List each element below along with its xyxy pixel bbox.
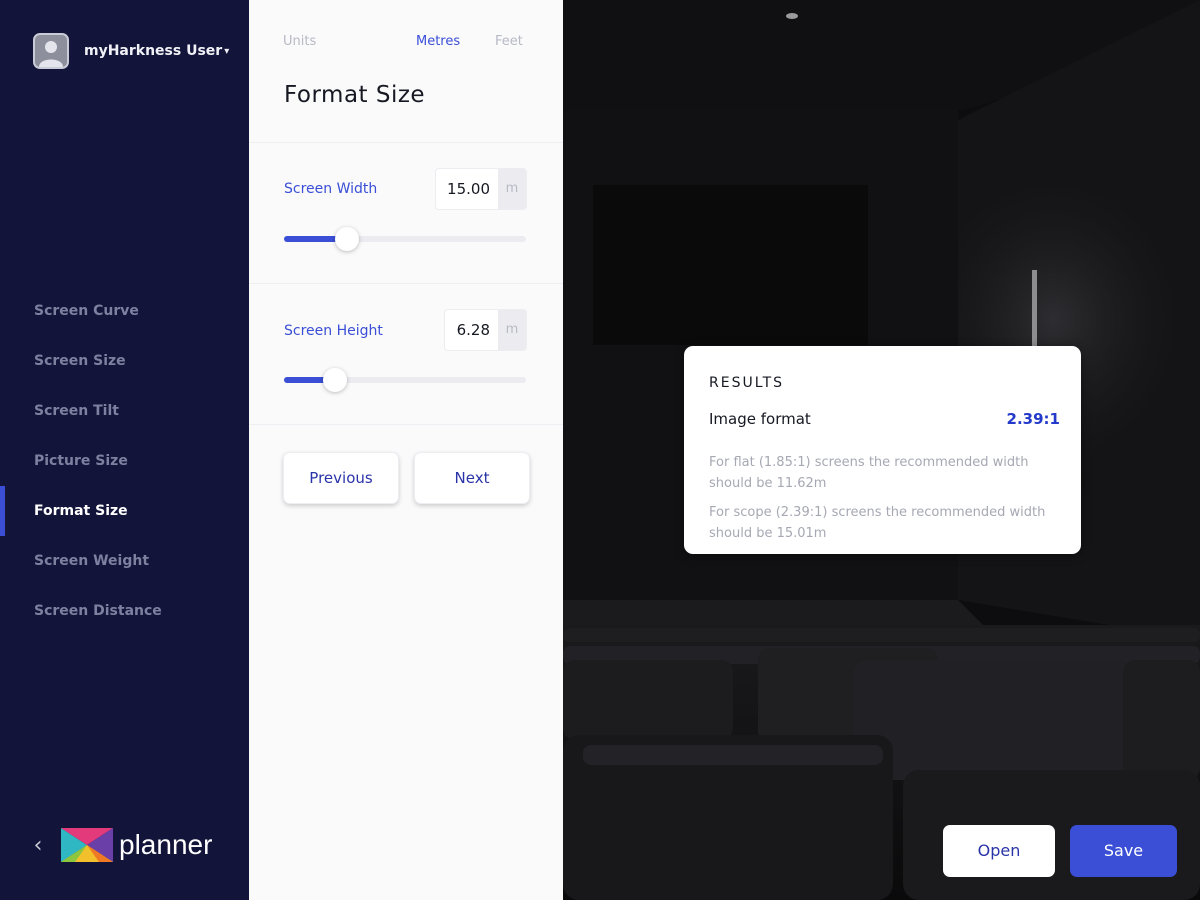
chevron-left-icon[interactable]: ‹ <box>28 832 48 860</box>
sidebar-item-screen-weight[interactable]: Screen Weight <box>0 536 249 586</box>
screen-width-input[interactable]: 15.00 <box>436 169 498 209</box>
sidebar-item-label: Format Size <box>34 503 128 519</box>
divider <box>249 142 563 143</box>
sidebar: myHarkness User ▾ Screen Curve Screen Si… <box>0 0 249 900</box>
screen-height-unit: m <box>498 310 526 350</box>
sidebar-item-screen-size[interactable]: Screen Size <box>0 336 249 386</box>
screen-width-field: 15.00 m <box>436 169 526 209</box>
user-name[interactable]: myHarkness User <box>84 43 222 59</box>
caret-down-icon[interactable]: ▾ <box>224 46 229 57</box>
screen-height-slider[interactable] <box>284 368 526 392</box>
units-metres-option[interactable]: Metres <box>416 34 460 49</box>
logo-mark-icon <box>61 828 113 862</box>
units-label: Units <box>283 34 317 49</box>
sidebar-item-label: Screen Weight <box>34 553 150 569</box>
sidebar-item-screen-curve[interactable]: Screen Curve <box>0 286 249 336</box>
results-heading: RESULTS <box>709 375 785 391</box>
sidebar-item-screen-distance[interactable]: Screen Distance <box>0 586 249 636</box>
divider <box>249 283 563 284</box>
screen-height-label: Screen Height <box>284 323 383 339</box>
avatar-icon[interactable] <box>33 33 69 69</box>
divider <box>249 424 563 425</box>
screen-height-input[interactable]: 6.28 <box>445 310 498 350</box>
sidebar-item-label: Screen Curve <box>34 303 139 319</box>
sidebar-item-label: Screen Size <box>34 353 126 369</box>
units-toggle: Units Metres Feet <box>283 34 527 54</box>
image-format-value: 2.39:1 <box>1006 410 1060 428</box>
image-format-label: Image format <box>709 410 811 428</box>
sidebar-item-picture-size[interactable]: Picture Size <box>0 436 249 486</box>
slider-thumb[interactable] <box>322 368 347 392</box>
sidebar-item-label: Screen Distance <box>34 603 162 619</box>
sidebar-nav: Screen Curve Screen Size Screen Tilt Pic… <box>0 286 249 636</box>
logo-text: planner <box>119 829 213 860</box>
next-button[interactable]: Next <box>414 452 530 504</box>
active-indicator <box>0 486 5 536</box>
user-menu[interactable]: myHarkness User ▾ <box>33 33 229 69</box>
sidebar-item-format-size[interactable]: Format Size <box>0 486 249 536</box>
save-button[interactable]: Save <box>1070 825 1177 877</box>
sidebar-item-label: Screen Tilt <box>34 403 119 419</box>
planner-logo: planner <box>61 828 212 862</box>
page-title: Format Size <box>284 82 426 108</box>
flat-recommendation-note: For flat (1.85:1) screens the recommende… <box>709 455 1029 491</box>
screen-height-field: 6.28 m <box>445 310 526 350</box>
units-feet-option[interactable]: Feet <box>495 34 523 49</box>
slider-thumb[interactable] <box>334 227 359 251</box>
settings-panel: Units Metres Feet Format Size Screen Wid… <box>249 0 563 900</box>
results-card: RESULTS Image format 2.39:1 For flat (1.… <box>684 346 1081 554</box>
scope-recommendation-note: For scope (2.39:1) screens the recommend… <box>709 505 1046 541</box>
screen-width-slider[interactable] <box>284 227 526 251</box>
previous-button[interactable]: Previous <box>283 452 399 504</box>
sidebar-item-screen-tilt[interactable]: Screen Tilt <box>0 386 249 436</box>
open-button[interactable]: Open <box>943 825 1055 877</box>
screen-width-label: Screen Width <box>284 181 378 197</box>
sidebar-item-label: Picture Size <box>34 453 128 469</box>
screen-width-unit: m <box>498 169 526 209</box>
